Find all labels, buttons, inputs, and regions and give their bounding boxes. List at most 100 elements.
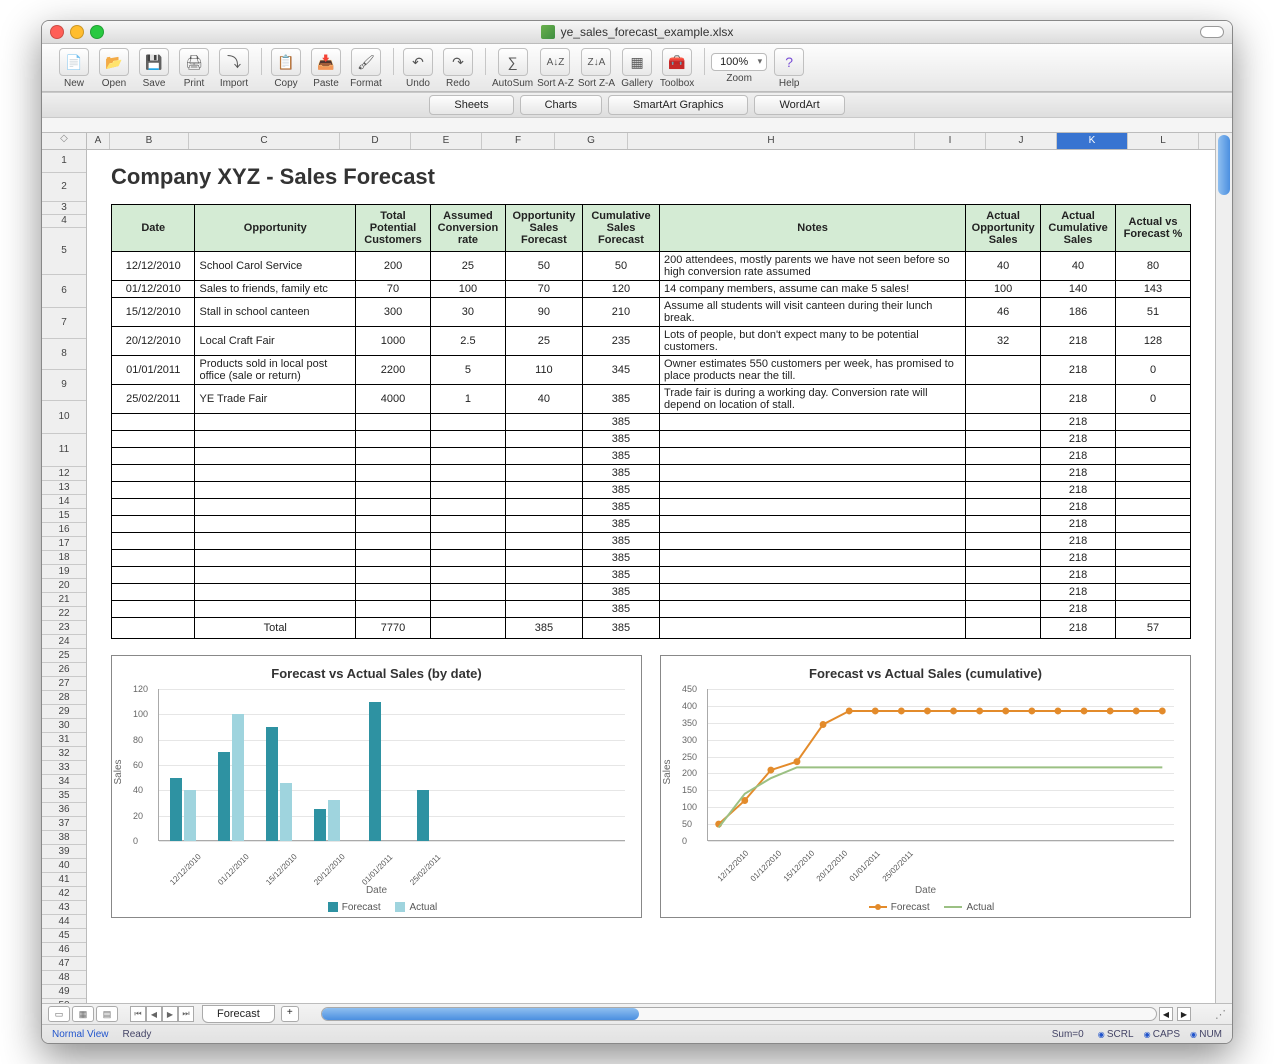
column-header-F[interactable]: F	[482, 133, 555, 149]
table-cell[interactable]: 385	[582, 482, 659, 499]
table-cell[interactable]: YE Trade Fair	[195, 385, 356, 414]
table-cell[interactable]	[966, 584, 1041, 601]
next-sheet-icon[interactable]: ▶	[162, 1006, 178, 1022]
table-cell[interactable]: 385	[582, 431, 659, 448]
row-header[interactable]: 7	[42, 308, 86, 339]
table-cell[interactable]	[195, 482, 356, 499]
row-header[interactable]: 13	[42, 481, 86, 495]
table-cell[interactable]	[660, 482, 966, 499]
table-cell[interactable]	[430, 465, 505, 482]
last-sheet-icon[interactable]: ⏭	[178, 1006, 194, 1022]
table-cell[interactable]: 218	[1041, 327, 1116, 356]
table-cell[interactable]: 15/12/2010	[112, 298, 195, 327]
table-cell[interactable]: 0	[1116, 385, 1191, 414]
row-header[interactable]: 19	[42, 565, 86, 579]
page-break-view-icon[interactable]: ▤	[96, 1006, 118, 1022]
row-header[interactable]: 21	[42, 593, 86, 607]
table-cell[interactable]	[966, 431, 1041, 448]
table-cell[interactable]	[195, 533, 356, 550]
table-cell[interactable]	[1116, 414, 1191, 431]
tab-sheets[interactable]: Sheets	[429, 95, 513, 115]
table-cell[interactable]: 1000	[356, 327, 431, 356]
table-cell[interactable]: 300	[356, 298, 431, 327]
table-cell[interactable]: 218	[1041, 448, 1116, 465]
table-header[interactable]: Actual Opportunity Sales	[966, 205, 1041, 252]
table-cell[interactable]: Products sold in local post office (sale…	[195, 356, 356, 385]
table-cell[interactable]	[1116, 448, 1191, 465]
tab-charts[interactable]: Charts	[520, 95, 602, 115]
paste-button[interactable]: 📥Paste	[308, 48, 344, 89]
row-header[interactable]: 26	[42, 663, 86, 677]
row-header[interactable]: 25	[42, 649, 86, 663]
column-header-I[interactable]: I	[915, 133, 986, 149]
table-header[interactable]: Opportunity	[195, 205, 356, 252]
table-cell[interactable]: 345	[582, 356, 659, 385]
table-cell[interactable]: 1	[430, 385, 505, 414]
table-cell[interactable]: 385	[582, 533, 659, 550]
open-button[interactable]: 📂Open	[96, 48, 132, 89]
table-cell[interactable]	[195, 465, 356, 482]
row-header[interactable]: 29	[42, 705, 86, 719]
table-cell[interactable]: Sales to friends, family etc	[195, 281, 356, 298]
table-cell[interactable]	[430, 431, 505, 448]
grid-canvas[interactable]: Company XYZ - Sales Forecast DateOpportu…	[87, 150, 1215, 1003]
redo-button[interactable]: ↷Redo	[440, 48, 476, 89]
table-cell[interactable]: 140	[1041, 281, 1116, 298]
row-header[interactable]: 27	[42, 677, 86, 691]
table-row[interactable]: 385218	[112, 584, 1191, 601]
table-row[interactable]: 15/12/2010Stall in school canteen3003090…	[112, 298, 1191, 327]
table-cell[interactable]	[660, 499, 966, 516]
table-cell[interactable]: 385	[582, 385, 659, 414]
table-cell[interactable]: 50	[582, 252, 659, 281]
table-header[interactable]: Notes	[660, 205, 966, 252]
table-cell[interactable]: 218	[1041, 584, 1116, 601]
table-cell[interactable]	[195, 516, 356, 533]
table-row[interactable]: 385218	[112, 499, 1191, 516]
table-cell[interactable]: 01/12/2010	[112, 281, 195, 298]
row-header[interactable]: 41	[42, 873, 86, 887]
table-cell[interactable]: 218	[1041, 533, 1116, 550]
table-cell[interactable]: 235	[582, 327, 659, 356]
resize-grip-icon[interactable]: ⋰	[1215, 1008, 1226, 1021]
prev-sheet-icon[interactable]: ◀	[146, 1006, 162, 1022]
table-cell[interactable]	[1116, 533, 1191, 550]
table-cell[interactable]: 32	[966, 327, 1041, 356]
table-cell[interactable]	[660, 414, 966, 431]
row-header[interactable]: 16	[42, 523, 86, 537]
table-cell[interactable]	[195, 499, 356, 516]
table-cell[interactable]	[1116, 601, 1191, 618]
table-row[interactable]: 385218	[112, 431, 1191, 448]
table-cell[interactable]: 40	[505, 385, 582, 414]
table-cell[interactable]: 385	[582, 567, 659, 584]
table-cell[interactable]: 70	[356, 281, 431, 298]
table-cell[interactable]	[112, 414, 195, 431]
row-header[interactable]: 22	[42, 607, 86, 621]
table-cell[interactable]	[112, 431, 195, 448]
row-header[interactable]: 8	[42, 339, 86, 370]
horizontal-scrollbar[interactable]: ◀ ▶	[321, 1007, 1193, 1021]
table-cell[interactable]: 80	[1116, 252, 1191, 281]
table-cell[interactable]	[356, 516, 431, 533]
table-cell[interactable]: 218	[1041, 482, 1116, 499]
table-row[interactable]: 385218	[112, 516, 1191, 533]
table-cell[interactable]	[660, 431, 966, 448]
table-cell[interactable]	[966, 550, 1041, 567]
table-cell[interactable]	[430, 533, 505, 550]
table-cell[interactable]: 40	[1041, 252, 1116, 281]
table-cell[interactable]	[505, 465, 582, 482]
table-header[interactable]: Total Potential Customers	[356, 205, 431, 252]
table-cell[interactable]: 5	[430, 356, 505, 385]
row-header[interactable]: 17	[42, 537, 86, 551]
toolbox-button[interactable]: 🧰Toolbox	[659, 48, 695, 89]
column-header-K[interactable]: K	[1057, 133, 1128, 149]
row-header[interactable]: 36	[42, 803, 86, 817]
save-button[interactable]: 💾Save	[136, 48, 172, 89]
new-button[interactable]: 📄New	[56, 48, 92, 89]
table-cell[interactable]: 50	[505, 252, 582, 281]
row-header[interactable]: 28	[42, 691, 86, 705]
column-header-H[interactable]: H	[628, 133, 915, 149]
table-cell[interactable]	[430, 567, 505, 584]
table-cell[interactable]: Local Craft Fair	[195, 327, 356, 356]
table-cell[interactable]: 385	[582, 550, 659, 567]
column-header-B[interactable]: B	[110, 133, 189, 149]
